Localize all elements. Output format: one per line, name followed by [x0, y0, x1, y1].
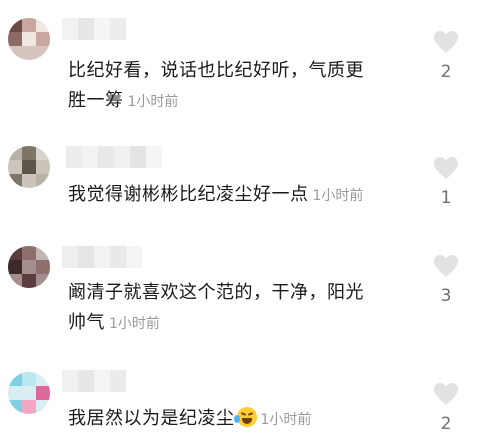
comment-text: 比纪好看，说话也比纪好听，气质更 胜一筹 1小时前	[68, 56, 428, 117]
comment-text-line: 我居然以为是纪凌尘	[68, 408, 235, 429]
heart-icon	[434, 383, 458, 405]
comment-text: 我觉得谢彬彬比纪凌尘好一点 1小时前	[68, 180, 428, 211]
like-count: 1	[440, 188, 452, 208]
avatar[interactable]	[8, 372, 50, 414]
comment-text-line: 我觉得谢彬彬比纪凌尘好一点	[68, 184, 309, 205]
heart-icon	[434, 157, 458, 179]
like-button[interactable]: 1	[424, 156, 468, 208]
comment-time: 1小时前	[260, 412, 312, 428]
avatar[interactable]	[8, 18, 50, 60]
comment-text-line: 阚清子就喜欢这个范的，干净，阳光	[68, 282, 364, 303]
username-blurred[interactable]	[62, 246, 142, 268]
comment-text: 我居然以为是纪凌尘 1小时前	[68, 404, 428, 435]
username-blurred[interactable]	[62, 370, 126, 392]
comment-text-line: 帅气	[68, 312, 105, 333]
avatar[interactable]	[8, 246, 50, 288]
like-button[interactable]: 3	[424, 254, 468, 306]
comment-time: 1小时前	[127, 94, 179, 110]
like-count: 2	[440, 62, 452, 82]
rolling-on-floor-laughing-icon	[233, 407, 257, 427]
avatar[interactable]	[8, 146, 50, 188]
comment-text: 阚清子就喜欢这个范的，干净，阳光 帅气 1小时前	[68, 278, 428, 339]
comment-time: 1小时前	[312, 188, 364, 204]
username-blurred[interactable]	[62, 18, 126, 40]
like-button[interactable]: 2	[424, 30, 468, 82]
heart-icon	[434, 255, 458, 277]
comment-text-line: 比纪好看，说话也比纪好听，气质更	[68, 60, 364, 81]
heart-icon	[434, 31, 458, 53]
comment-time: 1小时前	[109, 316, 160, 332]
like-button[interactable]: 2	[424, 382, 468, 434]
username-blurred[interactable]	[66, 146, 162, 168]
like-count: 2	[440, 414, 452, 434]
like-count: 3	[440, 286, 452, 306]
comment-text-line: 胜一筹	[68, 90, 124, 111]
